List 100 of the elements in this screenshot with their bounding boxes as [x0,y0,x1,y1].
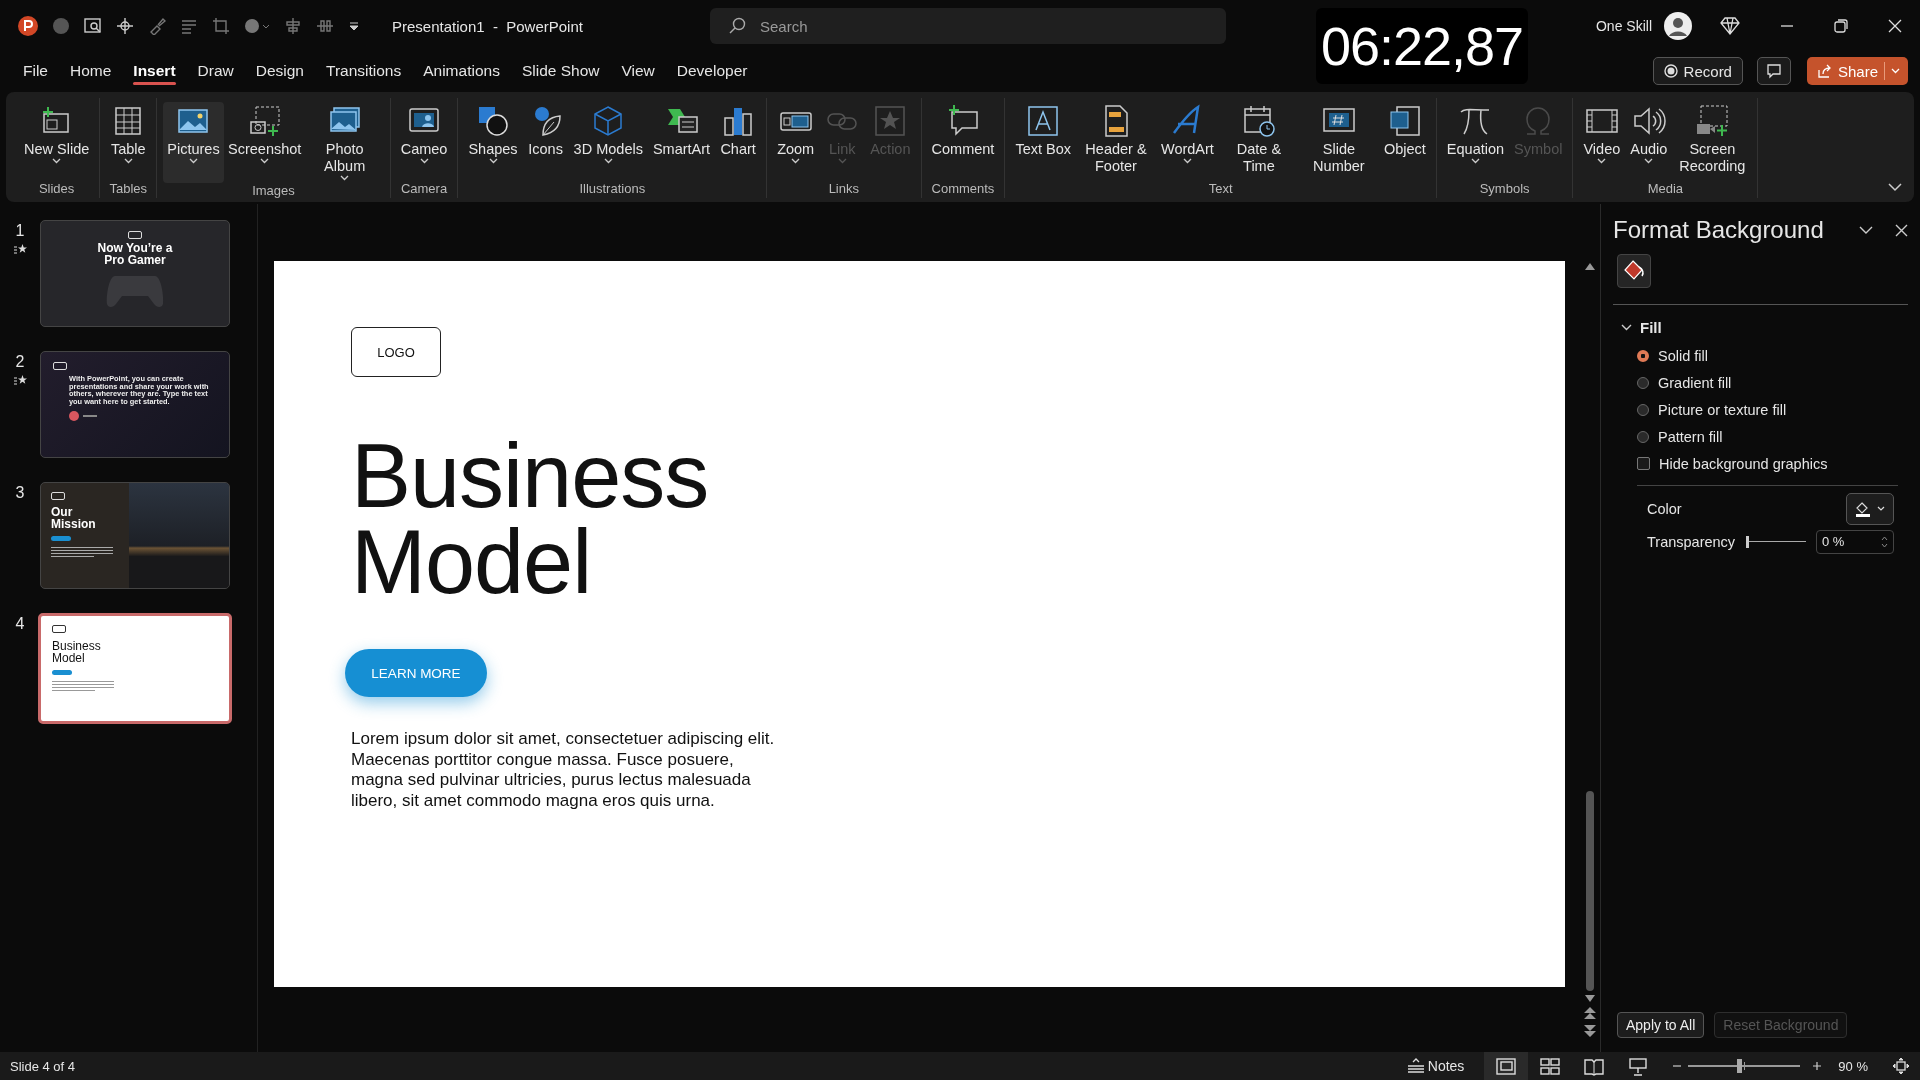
body-text: Lorem ipsum dolor sit amet, consectetuer adipiscing elit. Maecenas porttitor congue massa. Fusce posuere, magna sed pulvinar ultricies, purus lectus malesuada libero, sit amet commodo magna eros quis urna. [351,729,776,811]
chevron-down-icon[interactable] [1888,183,1902,192]
ribbon-tab[interactable]: Slide Show [512,56,609,86]
scroll-down-icon[interactable] [1585,995,1595,1002]
fill-tab[interactable] [1617,254,1651,288]
spinner-arrows-icon [1881,534,1888,549]
ribbon-tab[interactable]: Insert [124,56,185,86]
ribbon-button[interactable]: New Slide [20,102,94,181]
caret-icon [1877,506,1885,511]
record-icon[interactable] [52,17,70,35]
learn-more-button[interactable]: LEARN MORE [345,649,487,697]
move-icon[interactable] [116,17,134,35]
zoom-in-icon[interactable] [1812,1061,1823,1071]
ribbon-tab[interactable]: Home [61,56,121,86]
ribbon-tab[interactable]: Animations [414,56,509,86]
thumbnail-title: Now You’re a Pro Gamer [96,242,174,266]
text-line [83,415,97,418]
ribbon-button[interactable]: Screen Recording [1673,102,1752,181]
record-icon [1663,64,1678,78]
comments-button[interactable] [1756,57,1791,85]
customize-caret-icon[interactable] [348,20,360,32]
slide-thumbnail[interactable]: Now You’re a Pro Gamer [40,220,230,327]
ribbon-button[interactable]: Equation [1442,102,1509,181]
slide-number: 1 [15,222,25,240]
record-button[interactable]: Record [1652,57,1743,85]
avatar-icon[interactable] [1664,12,1692,40]
option-label: Solid fill [1658,347,1708,364]
ribbon-button[interactable]: Date & Time [1219,102,1298,181]
slide-thumbnail[interactable]: Our Mission [40,482,230,589]
chevron-down-icon[interactable] [1859,225,1873,235]
notes-button[interactable]: Notes [1406,1058,1465,1074]
ribbon-button[interactable]: Object [1379,102,1430,181]
picture-search-icon[interactable] [84,17,102,35]
view-button[interactable] [1484,1052,1529,1080]
ribbon-button[interactable]: SmartArt [648,102,715,181]
text-box-icon [1026,104,1061,138]
ribbon-tab[interactable]: Transitions [317,56,411,86]
shapes-icon[interactable] [244,17,270,35]
group-label: Slides [38,181,75,198]
next-slide-icon[interactable] [1584,1024,1596,1038]
transparency-slider[interactable] [1746,534,1806,549]
panel-button[interactable]: Apply to All [1617,1012,1705,1038]
ribbon-button[interactable]: Table [106,102,151,181]
checkbox[interactable] [1637,457,1650,470]
slide-counter: Slide 4 of 4 [10,1058,76,1074]
ribbon-button[interactable]: Header & Footer [1077,102,1155,181]
text-lines-icon[interactable] [180,17,198,35]
distribute-icon[interactable] [316,17,334,35]
ribbon-button[interactable]: Pictures [163,102,224,183]
ribbon-button[interactable]: Icons [523,102,568,181]
group-label: Tables [109,181,148,198]
ribbon-button[interactable]: 3D Models [569,102,647,181]
scroll-thumb[interactable] [1586,791,1594,991]
scroll-up-icon[interactable] [1585,263,1595,270]
ribbon-button[interactable]: Cameo [396,102,452,181]
crop-icon[interactable] [212,17,230,35]
fill-section-header[interactable]: Fill [1621,319,1908,336]
share-button[interactable]: Share [1806,57,1908,85]
radio-button[interactable] [1637,403,1649,416]
screen-recording-icon [1695,104,1730,138]
ribbon-button[interactable]: WordArt [1157,102,1218,181]
presentation-screen-icon [1627,1055,1650,1077]
radio-button[interactable] [1637,376,1649,389]
zoom-level[interactable]: 90 % [1838,1058,1868,1074]
close-icon[interactable] [1888,19,1902,33]
app-logo-icon[interactable] [18,16,38,36]
ribbon-tab[interactable]: Developer [667,56,757,86]
color-picker-button[interactable] [1846,492,1894,525]
ribbon-button[interactable]: Zoom [773,102,819,181]
ribbon-button[interactable]: Text Box [1011,102,1075,181]
comment-icon [1765,63,1782,79]
logo-frame: LOGO [351,327,441,377]
user-name[interactable]: One Skill [1595,18,1652,34]
close-icon[interactable] [1895,223,1908,237]
diamond-icon[interactable] [1720,17,1740,35]
ribbon-button[interactable]: Slide Number [1299,102,1378,181]
ribbon-button[interactable]: Comment [927,102,999,181]
ribbon-button[interactable]: Screenshot [225,102,304,183]
ribbon-button[interactable]: Shapes [464,102,522,181]
ribbon-tab[interactable]: Draw [188,56,243,86]
search-icon [728,17,746,35]
ribbon-button[interactable]: Chart [716,102,761,181]
group-label: Media [1647,181,1684,198]
zoom-slider[interactable] [1688,1058,1801,1074]
ribbon-tab[interactable]: File [14,56,57,86]
ribbon-tab[interactable]: View [612,56,664,86]
search-field[interactable]: Search [710,8,1226,44]
ribbon-button[interactable]: Video [1579,102,1625,181]
fit-to-window-icon[interactable] [1892,1057,1910,1075]
radio-button[interactable] [1637,349,1649,362]
transparency-input[interactable]: 0 % [1816,529,1894,554]
radio-button[interactable] [1637,430,1649,443]
ribbon-tab[interactable]: Design [246,56,313,86]
slide-thumbnail[interactable]: Business Model [38,613,232,724]
previous-slide-icon[interactable] [1584,1006,1596,1020]
ribbon-button[interactable]: Audio [1626,102,1672,181]
brush-icon[interactable] [148,17,166,35]
restore-icon[interactable] [1834,19,1848,33]
ribbon-button[interactable]: Photo Album [305,102,384,183]
align-icon[interactable] [284,17,302,35]
